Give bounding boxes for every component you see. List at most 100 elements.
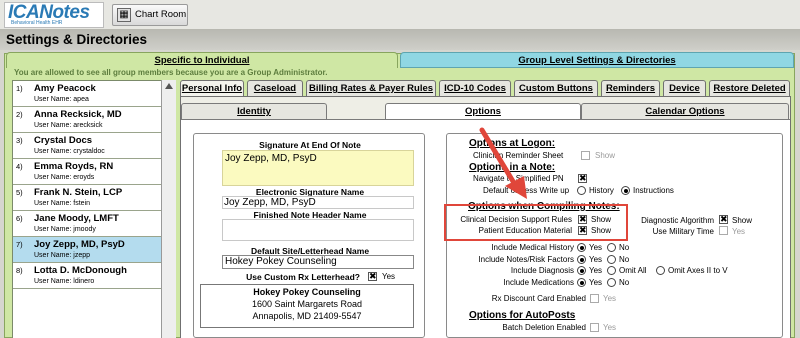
- user-number: 1): [16, 84, 23, 93]
- esignature-field[interactable]: Joy Zepp, MD, PsyD: [222, 196, 414, 209]
- diagnosis-yes-label: Yes: [589, 266, 603, 275]
- letterhead-address-line1: 1600 Saint Margarets Road: [251, 299, 363, 309]
- user-name: Jane Moody, LMFT: [34, 213, 119, 224]
- medical-history-no-radio[interactable]: [607, 243, 616, 252]
- rx-letterhead-yes-label: Yes: [382, 272, 396, 281]
- signature-value: Joy Zepp, MD, PsyD: [225, 153, 317, 164]
- medications-yes-label: Yes: [589, 278, 603, 287]
- military-time-checkbox[interactable]: [719, 226, 728, 235]
- user-list-item-selected[interactable]: 7) Joy Zepp, MD, PsyD User Name: jzepp: [13, 237, 175, 263]
- medical-history-yes-radio[interactable]: [577, 243, 586, 252]
- admin-notice: You are allowed to see all group members…: [14, 68, 328, 77]
- user-list-scrollbar[interactable]: [161, 80, 176, 338]
- note-header-field[interactable]: [222, 219, 414, 241]
- default-site-field[interactable]: Hokey Pokey Counseling: [222, 255, 414, 269]
- autopost-options-heading: Options for AutoPosts: [469, 310, 576, 321]
- batch-deletion-label: Batch Deletion Enabled: [502, 323, 586, 332]
- user-username: User Name: apea: [34, 96, 89, 103]
- rx-letterhead-checkbox[interactable]: [368, 271, 377, 282]
- user-number: 7): [16, 240, 23, 249]
- batch-deletion-checkbox[interactable]: [590, 323, 599, 332]
- tab-reminders[interactable]: Reminders: [601, 80, 660, 96]
- user-number: 2): [16, 110, 23, 119]
- highlight-box: [444, 204, 628, 241]
- tab-custom-buttons[interactable]: Custom Buttons: [514, 80, 598, 96]
- signature-label: Signature At End Of Note: [259, 140, 361, 150]
- user-list-item[interactable]: 4) Emma Royds, RN User Name: eroyds: [13, 159, 175, 185]
- tab-identity[interactable]: Identity: [181, 103, 327, 119]
- medical-history-no-label: No: [619, 243, 630, 252]
- tab-personal-info[interactable]: Personal Info: [180, 80, 244, 97]
- user-username: User Name: eroyds: [34, 174, 95, 181]
- user-username: User Name: arecksick: [34, 122, 103, 129]
- rx-discount-label: Rx Discount Card Enabled: [491, 294, 586, 303]
- user-username: User Name: ldinero: [34, 278, 95, 285]
- tab-restore-deleted[interactable]: Restore Deleted: [709, 80, 790, 96]
- user-list-empty: [13, 289, 175, 338]
- chart-room-button[interactable]: ▦ Chart Room: [112, 4, 188, 26]
- medications-no-radio[interactable]: [607, 278, 616, 287]
- military-time-label: Use Military Time: [652, 227, 714, 236]
- tab-billing-rates[interactable]: Billing Rates & Payer Rules: [306, 80, 436, 96]
- diagnosis-omit-all-radio[interactable]: [607, 266, 616, 275]
- navigate-simplified-label: Navigate to Simplified PN: [473, 174, 564, 183]
- user-name: Anna Recksick, MD: [34, 109, 122, 120]
- tab-calendar-options[interactable]: Calendar Options: [581, 103, 789, 119]
- include-medications-label: Include Medications: [503, 278, 574, 287]
- user-username: User Name: jzepp: [34, 252, 91, 259]
- user-name: Lotta D. McDonough: [34, 265, 127, 276]
- tab-caseload[interactable]: Caseload: [247, 80, 303, 96]
- medications-yes-radio[interactable]: [577, 278, 586, 287]
- chart-room-icon: ▦: [117, 8, 131, 22]
- include-notes-risk-label: Include Notes/Risk Factors: [478, 255, 574, 264]
- esignature-value: Joy Zepp, MD, PsyD: [224, 197, 316, 208]
- diagnosis-omit-axes-label: Omit Axes II to V: [668, 266, 728, 275]
- user-name: Frank N. Stein, LCP: [34, 187, 123, 198]
- icanotes-logo: ICANotes Behavioral Health EHR: [4, 2, 104, 28]
- tab-group-level-settings[interactable]: Group Level Settings & Directories: [400, 52, 794, 68]
- page-title: Settings & Directories: [6, 32, 148, 47]
- tab-options[interactable]: Options: [385, 103, 581, 120]
- diagnostic-algorithm-label: Diagnostic Algorithm: [641, 216, 714, 225]
- user-list-item[interactable]: 3) Crystal Docs User Name: crystaldoc: [13, 133, 175, 159]
- tab-icd10-codes[interactable]: ICD-10 Codes: [439, 80, 511, 96]
- letterhead-preview: Hokey Pokey Counseling 1600 Saint Margar…: [200, 284, 414, 328]
- scroll-up-arrow-icon[interactable]: [165, 83, 173, 89]
- diagnosis-yes-radio[interactable]: [577, 266, 586, 275]
- medications-no-label: No: [619, 278, 630, 287]
- user-list-item[interactable]: 5) Frank N. Stein, LCP User Name: fstein: [13, 185, 175, 211]
- history-radio[interactable]: [577, 186, 586, 195]
- notes-risk-yes-radio[interactable]: [577, 255, 586, 264]
- rx-discount-checkbox[interactable]: [590, 294, 599, 303]
- title-bar: Settings & Directories: [0, 30, 800, 50]
- user-username: User Name: fstein: [34, 200, 91, 207]
- tab-specific-to-individual[interactable]: Specific to Individual: [6, 52, 398, 68]
- instructions-radio-label: Instructions: [633, 186, 674, 195]
- clinician-reminder-checkbox[interactable]: [581, 151, 590, 160]
- user-username: User Name: crystaldoc: [34, 148, 105, 155]
- logo-subtitle: Behavioral Health EHR: [11, 20, 63, 26]
- user-name: Amy Peacock: [34, 83, 96, 94]
- user-list-item[interactable]: 6) Jane Moody, LMFT User Name: jmoody: [13, 211, 175, 237]
- tab-device[interactable]: Device: [663, 80, 706, 96]
- signature-field[interactable]: Joy Zepp, MD, PsyD: [222, 150, 414, 186]
- user-list-item[interactable]: 2) Anna Recksick, MD User Name: arecksick: [13, 107, 175, 133]
- user-list-item[interactable]: 1) Amy Peacock User Name: apea: [13, 81, 175, 107]
- include-diagnosis-label: Include Diagnosis: [510, 266, 574, 275]
- note-options-heading: Options in a Note:: [469, 162, 556, 173]
- user-number: 3): [16, 136, 23, 145]
- diagnostic-algorithm-checkbox[interactable]: [719, 214, 728, 225]
- notes-risk-no-radio[interactable]: [607, 255, 616, 264]
- user-list[interactable]: 1) Amy Peacock User Name: apea 2) Anna Reck…: [12, 80, 176, 338]
- navigate-simplified-checkbox[interactable]: [578, 173, 587, 184]
- user-number: 5): [16, 188, 23, 197]
- user-number: 6): [16, 214, 23, 223]
- logon-options-heading: Options at Logon:: [469, 138, 556, 149]
- diagnosis-omit-axes-radio[interactable]: [656, 266, 665, 275]
- letterhead-address-line2: Annapolis, MD 21409-5547: [252, 311, 362, 321]
- military-time-yes-label: Yes: [732, 227, 746, 236]
- user-name: Emma Royds, RN: [34, 161, 114, 172]
- user-list-item[interactable]: 8) Lotta D. McDonough User Name: ldinero: [13, 263, 175, 289]
- user-username: User Name: jmoody: [34, 226, 96, 233]
- instructions-radio[interactable]: [621, 186, 630, 195]
